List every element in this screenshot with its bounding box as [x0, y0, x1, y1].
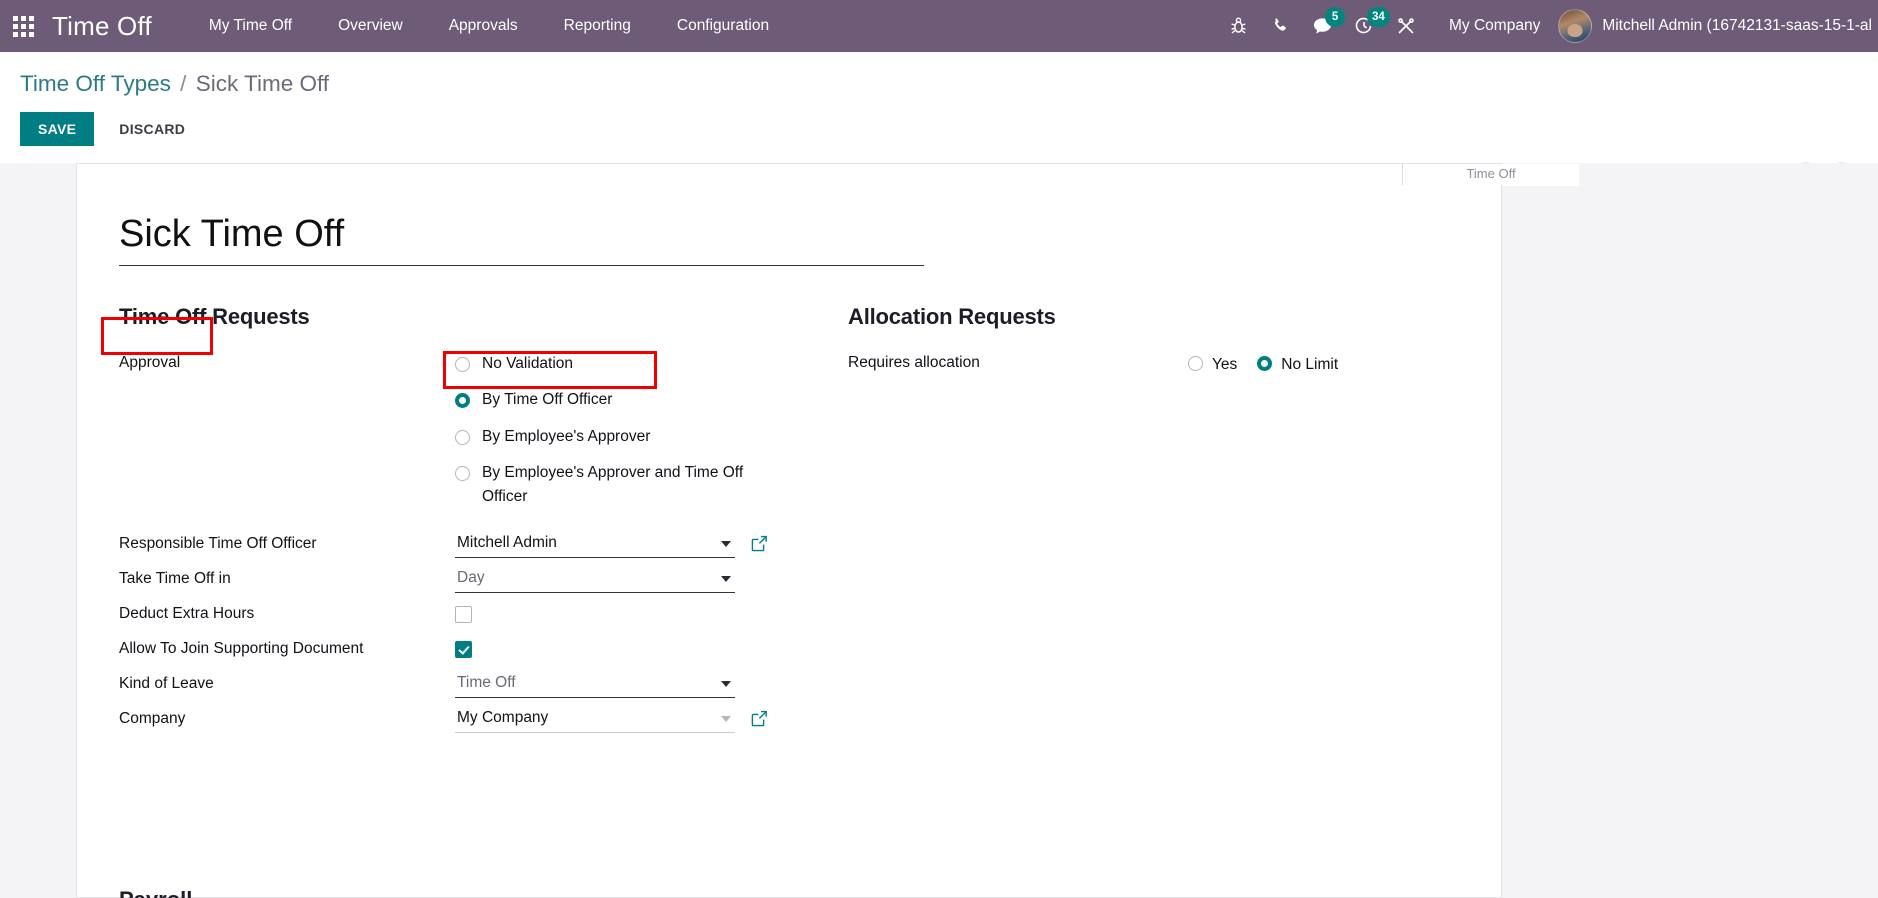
- breadcrumb-separator: /: [180, 71, 187, 96]
- radio-label: By Time Off Officer: [482, 391, 613, 409]
- group-allocation-requests: Allocation Requests Requires allocation …: [819, 304, 1459, 738]
- breadcrumb-link-time-off-types[interactable]: Time Off Types: [20, 71, 171, 96]
- radio-group-approval: No Validation By Time Off Officer By Emp…: [455, 350, 819, 510]
- company-input[interactable]: [455, 706, 735, 734]
- radio-label: No Validation: [482, 354, 574, 372]
- main-menu: My Time Off Overview Approvals Reporting…: [186, 0, 792, 52]
- radio-circle-icon: [455, 429, 470, 445]
- radio-circle-icon: [1188, 355, 1203, 371]
- field-row-allow-to-join-supporting-document: Allow To Join Supporting Document: [119, 632, 819, 667]
- group-title-time-off-requests: Time Off Requests: [119, 303, 310, 329]
- field-row-deduct-extra-hours: Deduct Extra Hours: [119, 597, 819, 632]
- tools-icon[interactable]: [1385, 0, 1427, 52]
- radio-option-yes[interactable]: Yes: [1188, 353, 1237, 379]
- kind-of-leave-select[interactable]: [455, 671, 735, 699]
- radio-option-by-employees-approver[interactable]: By Employee's Approver: [455, 425, 819, 462]
- radio-circle-icon: [455, 356, 470, 372]
- field-row-responsible-time-off-officer: Responsible Time Off Officer: [119, 527, 819, 562]
- field-row-approval: Approval No Validation By Time Off Offic…: [119, 346, 819, 510]
- stat-button-time-off[interactable]: Time Off: [1402, 164, 1579, 186]
- navbar-systray: 5 34 My Company Mitchell Admin (16742131…: [1217, 0, 1878, 52]
- company-switcher[interactable]: My Company: [1427, 17, 1558, 35]
- field-row-requires-allocation: Requires allocation Yes No Limit: [848, 346, 1459, 381]
- user-menu[interactable]: Mitchell Admin (16742131-saas-15-1-al: [1558, 9, 1878, 43]
- external-link-icon-officer[interactable]: [751, 535, 768, 552]
- menu-item-configuration[interactable]: Configuration: [654, 0, 792, 52]
- radio-option-no-limit[interactable]: No Limit: [1257, 353, 1338, 379]
- control-panel: Time Off Types / Sick Time Off SAVE DISC…: [0, 52, 1878, 184]
- menu-item-approvals[interactable]: Approvals: [426, 0, 541, 52]
- group-title-allocation-requests: Allocation Requests: [848, 303, 1056, 329]
- record-form-sheet: Sick Time Off Time Off Requests Approval…: [76, 185, 1502, 898]
- field-label-allow-to-join-supporting-document: Allow To Join Supporting Document: [119, 640, 364, 658]
- allow-to-join-supporting-document-checkbox[interactable]: [455, 641, 472, 659]
- avatar: [1558, 9, 1593, 43]
- discard-button[interactable]: DISCARD: [103, 112, 201, 146]
- responsible-time-off-officer-input[interactable]: [455, 531, 735, 559]
- radio-option-by-employees-approver-and-time-off-officer[interactable]: By Employee's Approver and Time Off Offi…: [455, 461, 819, 509]
- field-label-company: Company: [119, 710, 186, 728]
- form-columns: Time Off Requests Approval No Validation…: [119, 304, 1461, 738]
- take-time-off-in-select[interactable]: [455, 566, 735, 594]
- menu-item-my-time-off[interactable]: My Time Off: [186, 0, 315, 52]
- group-time-off-requests: Time Off Requests Approval No Validation…: [119, 304, 819, 738]
- record-title[interactable]: Sick Time Off: [119, 213, 1461, 265]
- phone-icon[interactable]: [1259, 0, 1301, 52]
- field-label-deduct-extra-hours: Deduct Extra Hours: [119, 605, 255, 623]
- bug-icon[interactable]: [1217, 0, 1259, 52]
- menu-item-overview[interactable]: Overview: [315, 0, 426, 52]
- activity-clock-icon[interactable]: 34: [1343, 0, 1390, 52]
- radio-circle-selected-icon: [455, 393, 470, 409]
- app-brand-title: Time Off: [52, 10, 152, 41]
- field-label-kind-of-leave: Kind of Leave: [119, 675, 214, 693]
- field-label-approval: Approval: [119, 353, 181, 371]
- field-label-requires-allocation: Requires allocation: [848, 353, 980, 371]
- field-row-company: Company: [119, 702, 819, 737]
- radio-label: By Employee's Approver and Time Off Offi…: [482, 464, 744, 506]
- radio-group-requires-allocation: Yes No Limit: [1188, 350, 1459, 379]
- top-navbar: Time Off My Time Off Overview Approvals …: [0, 0, 1878, 52]
- radio-label: No Limit: [1281, 355, 1339, 373]
- form-sheet-background: Time Off Sick Time Off Time Off Requests…: [0, 163, 1878, 898]
- field-label-take-time-off-in: Take Time Off in: [119, 570, 231, 588]
- radio-circle-icon: [455, 466, 470, 482]
- chat-icon[interactable]: 5: [1301, 0, 1346, 52]
- field-label-responsible-time-off-officer: Responsible Time Off Officer: [119, 535, 317, 553]
- external-link-icon-company[interactable]: [751, 710, 768, 727]
- deduct-extra-hours-checkbox[interactable]: [455, 606, 472, 624]
- radio-option-by-time-off-officer[interactable]: By Time Off Officer: [455, 388, 819, 425]
- form-action-buttons: SAVE DISCARD: [0, 97, 1878, 146]
- chat-badge: 5: [1325, 7, 1346, 27]
- title-underline: [119, 264, 924, 266]
- group-title-payroll: Payroll: [119, 887, 192, 898]
- field-row-kind-of-leave: Kind of Leave: [119, 667, 819, 702]
- apps-grid-icon[interactable]: [0, 0, 46, 52]
- menu-item-reporting[interactable]: Reporting: [541, 0, 654, 52]
- radio-circle-selected-icon: [1257, 355, 1273, 371]
- stat-button-bar: Time Off: [76, 163, 1579, 186]
- radio-label: Yes: [1212, 355, 1238, 373]
- field-row-take-time-off-in: Take Time Off in: [119, 562, 819, 597]
- radio-option-no-validation[interactable]: No Validation: [455, 352, 819, 389]
- save-button[interactable]: SAVE: [20, 112, 95, 146]
- breadcrumb-current: Sick Time Off: [195, 71, 330, 96]
- radio-label: By Employee's Approver: [482, 427, 651, 445]
- breadcrumb: Time Off Types / Sick Time Off: [0, 52, 1878, 97]
- user-name-label: Mitchell Admin (16742131-saas-15-1-al: [1602, 17, 1872, 34]
